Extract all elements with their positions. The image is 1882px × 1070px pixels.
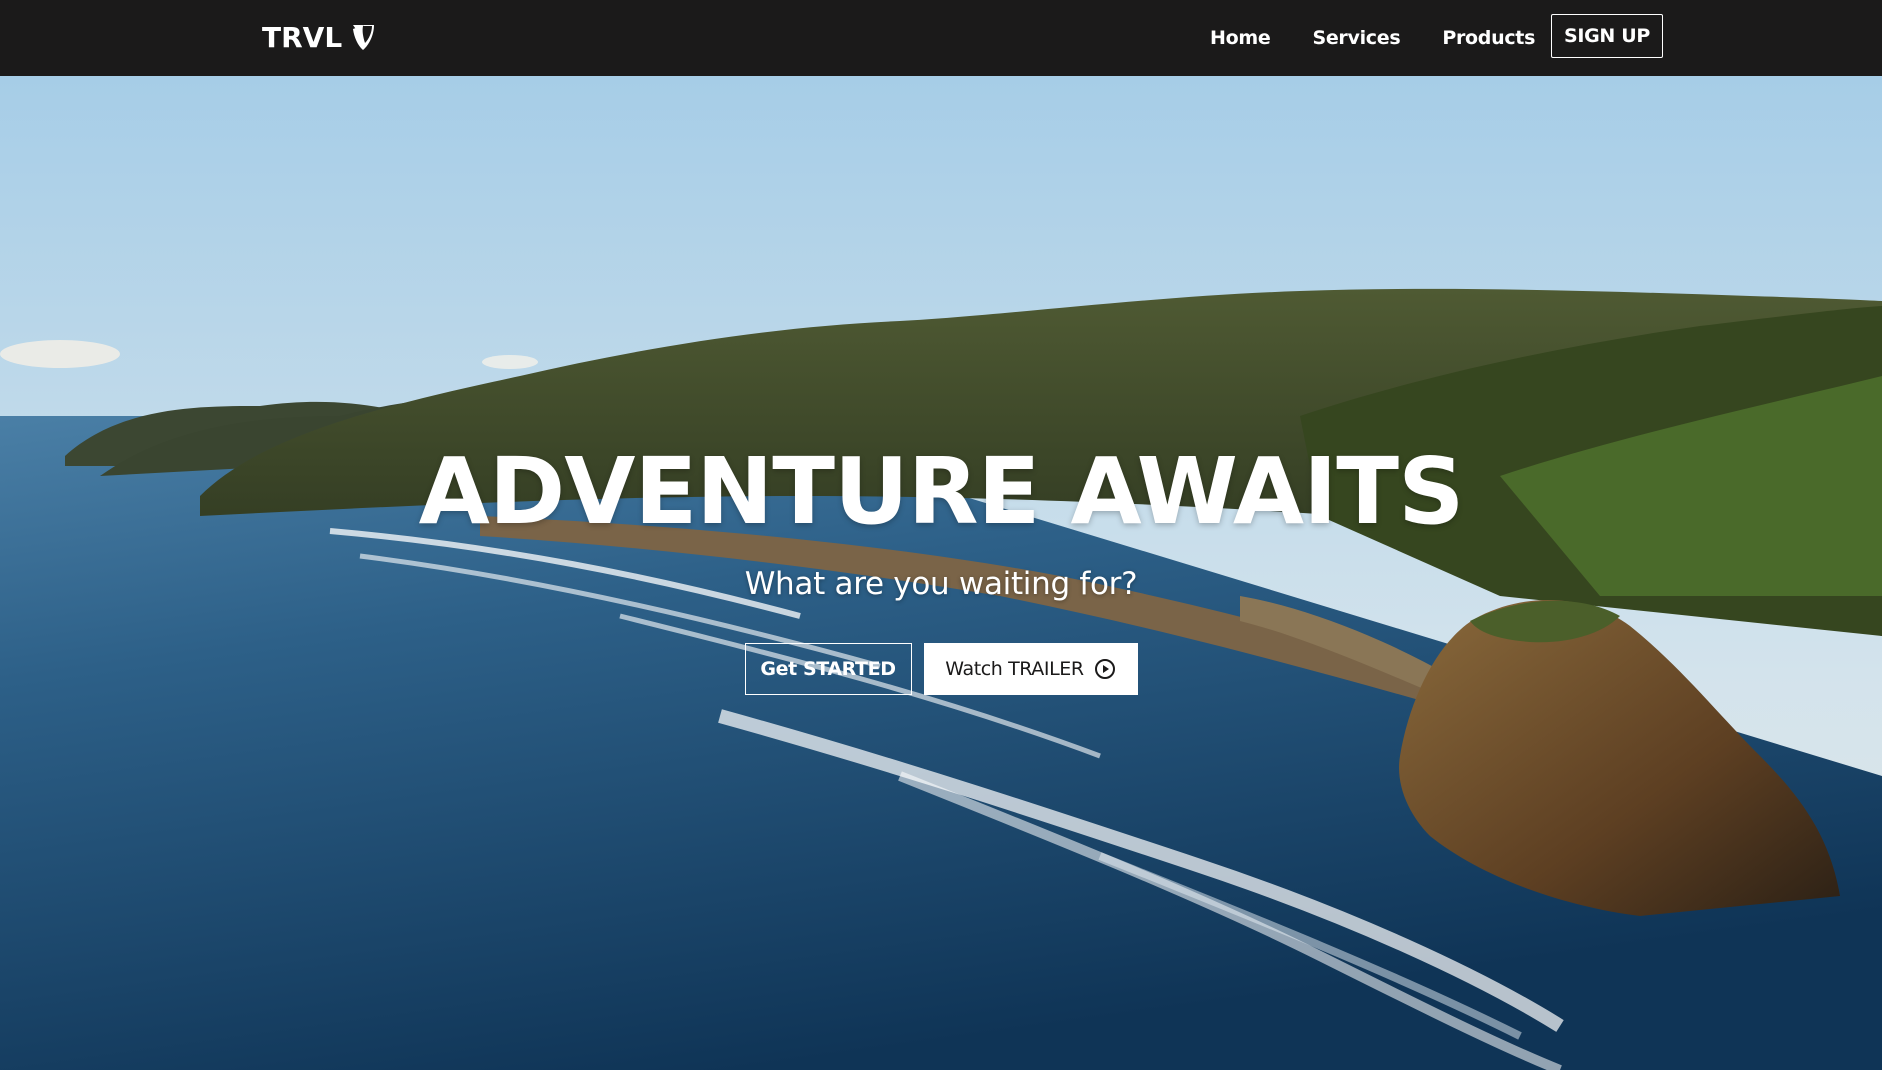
nav-link-services[interactable]: Services [1312, 27, 1400, 49]
signup-button[interactable]: SIGN UP [1551, 14, 1663, 58]
nav-link-products[interactable]: Products [1442, 27, 1535, 49]
brand-name: TRVL [262, 20, 343, 54]
hero-section: ADVENTURE AWAITS What are you waiting fo… [0, 76, 1882, 1070]
nav-link-home[interactable]: Home [1210, 27, 1271, 49]
hero-buttons: Get STARTED Watch TRAILER [0, 643, 1882, 695]
get-started-button[interactable]: Get STARTED [744, 643, 912, 695]
nav-item-home: Home [1210, 27, 1271, 49]
navbar: TRVL Home Services Products SIGN UP [0, 0, 1882, 76]
play-circle-icon [1094, 659, 1115, 679]
typo3-icon [353, 25, 375, 50]
watch-trailer-label: Watch TRAILER [945, 658, 1084, 680]
nav-item-services: Services [1312, 27, 1400, 49]
nav-menu: Home Services Products [1210, 0, 1577, 76]
hero-title: ADVENTURE AWAITS [418, 438, 1465, 545]
watch-trailer-button[interactable]: Watch TRAILER [923, 643, 1138, 695]
hero-subtitle: What are you waiting for? [744, 566, 1138, 602]
nav-item-products: Products [1442, 27, 1535, 49]
logo-link[interactable]: TRVL [262, 19, 376, 55]
